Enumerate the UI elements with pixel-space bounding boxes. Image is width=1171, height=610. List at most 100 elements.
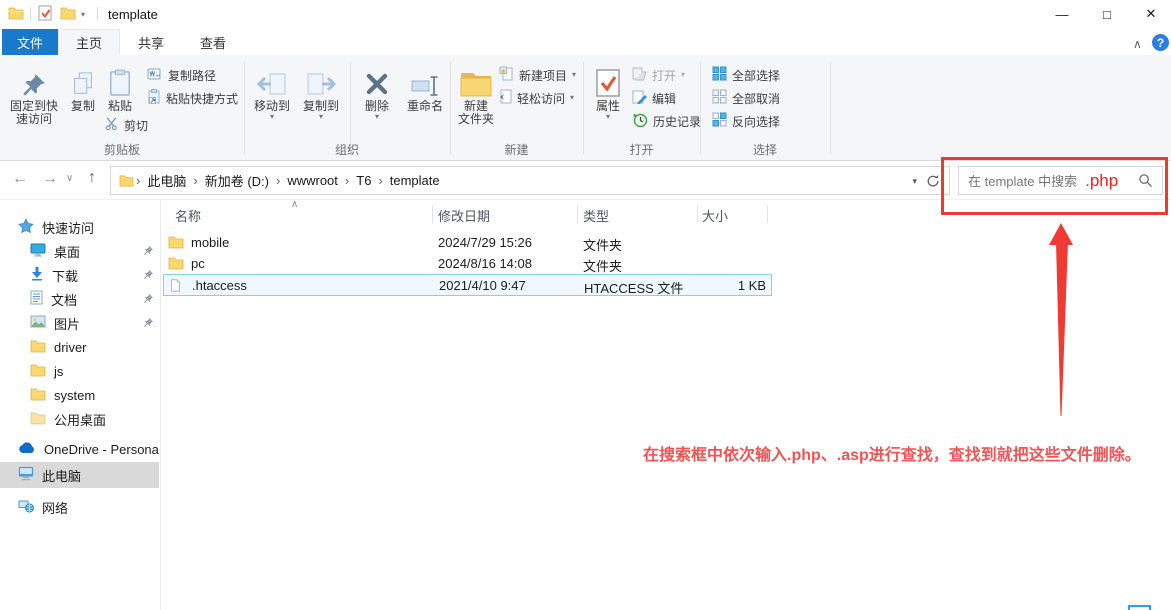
qat-customize-caret-icon[interactable]: ▾: [81, 11, 85, 19]
minimize-button[interactable]: —: [1043, 0, 1081, 28]
sidebar-item-system[interactable]: system: [30, 383, 95, 407]
properties-button[interactable]: 属性 ▾: [586, 60, 630, 121]
new-folder-button[interactable]: 新建 文件夹: [451, 60, 501, 126]
new-item-button[interactable]: 新建项目 ▾: [499, 66, 576, 84]
help-icon[interactable]: ?: [1152, 34, 1169, 51]
sidebar-item-driver[interactable]: driver: [30, 335, 87, 359]
new-item-caret-icon: ▾: [572, 71, 576, 79]
easy-access-button[interactable]: 轻松访问 ▾: [499, 89, 574, 107]
breadcrumb-drive-d[interactable]: 新加卷 (D:): [200, 171, 274, 190]
sidebar-item-public-desktop[interactable]: 公用桌面: [30, 407, 106, 431]
move-to-button[interactable]: 移动到 ▾: [248, 60, 296, 121]
sidebar-item-desktop[interactable]: 桌面: [30, 239, 80, 263]
sidebar-item-this-pc[interactable]: 此电脑: [18, 463, 81, 487]
up-icon[interactable]: ↑: [88, 169, 96, 187]
invert-selection-icon: [712, 112, 727, 130]
breadcrumb-t6[interactable]: T6: [351, 173, 376, 188]
address-dropdown-caret-icon[interactable]: ▾: [912, 177, 917, 185]
breadcrumb-wwwroot[interactable]: wwwroot: [282, 173, 343, 188]
sidebar-item-js[interactable]: js: [30, 359, 63, 383]
column-header-size[interactable]: 大小: [702, 206, 728, 225]
crumb-separator-icon: ›: [134, 173, 142, 188]
open-icon: [632, 67, 647, 84]
cut-label: 剪切: [124, 117, 148, 134]
breadcrumb-this-pc[interactable]: 此电脑: [142, 171, 191, 190]
sidebar-item-network[interactable]: 网络: [18, 495, 68, 519]
open-button[interactable]: 打开 ▾: [632, 66, 685, 84]
group-label-select: 选择: [700, 141, 830, 158]
tab-home[interactable]: 主页: [58, 29, 120, 55]
forward-icon[interactable]: →: [42, 170, 58, 188]
copy-icon: [66, 60, 100, 98]
column-header-date[interactable]: 修改日期: [438, 206, 490, 225]
file-name: .htaccess: [192, 278, 247, 293]
invert-selection-label: 反向选择: [732, 113, 780, 130]
pane-divider[interactable]: [160, 200, 161, 610]
file-name: mobile: [191, 235, 229, 250]
sort-ascending-icon[interactable]: ∧: [291, 199, 298, 210]
file-icon: [169, 278, 182, 298]
select-none-button[interactable]: 全部取消: [712, 89, 780, 107]
rename-button[interactable]: 重命名: [401, 60, 449, 113]
paste-shortcut-label: 粘贴快捷方式: [166, 90, 238, 107]
explorer-folder-icon[interactable]: [8, 6, 24, 25]
cut-button[interactable]: 剪切: [104, 116, 148, 134]
copy-button[interactable]: 复制: [66, 60, 100, 113]
download-icon: [30, 266, 44, 284]
annotation-note: 在搜索框中依次输入.php、.asp进行查找，查找到就把这些文件删除。: [643, 441, 1141, 465]
pin-icon: [4, 60, 64, 98]
column-divider[interactable]: [767, 205, 768, 223]
file-row-htaccess[interactable]: .htaccess 2021/4/10 9:47 HTACCESS 文件 1 K…: [163, 274, 772, 296]
back-icon[interactable]: ←: [12, 170, 28, 188]
select-all-button[interactable]: 全部选择: [712, 66, 780, 84]
file-date: 2024/7/29 15:26: [438, 235, 532, 250]
address-bar[interactable]: › 此电脑 › 新加卷 (D:) › wwwroot › T6 › templa…: [110, 166, 950, 195]
sidebar-item-quick-access[interactable]: 快速访问: [18, 215, 94, 239]
copy-to-button[interactable]: 复制到 ▾: [297, 60, 345, 121]
pin-to-quick-access-button[interactable]: 固定到快 速访问: [4, 60, 64, 126]
sidebar-item-pictures[interactable]: 图片: [30, 311, 80, 335]
file-name: pc: [191, 256, 205, 271]
group-label-organize: 组织: [244, 141, 450, 158]
tab-view[interactable]: 查看: [182, 29, 244, 55]
sidebar-item-downloads[interactable]: 下载: [30, 263, 78, 287]
pin-icon[interactable]: [143, 243, 154, 261]
edit-button[interactable]: 编辑: [632, 89, 676, 107]
recent-locations-caret-icon[interactable]: ∨: [66, 173, 73, 184]
qat-properties-icon[interactable]: [38, 5, 52, 26]
qat-new-folder-icon[interactable]: [60, 6, 76, 25]
column-divider[interactable]: [577, 205, 578, 223]
column-header-name[interactable]: 名称: [175, 206, 201, 225]
close-button[interactable]: ✕: [1132, 0, 1170, 28]
pin-icon[interactable]: [143, 315, 154, 333]
sidebar-label: system: [54, 388, 95, 403]
copy-path-icon: [147, 68, 163, 83]
maximize-button[interactable]: □: [1088, 0, 1126, 28]
copy-path-button[interactable]: 复制路径: [147, 66, 216, 84]
tab-share[interactable]: 共享: [120, 29, 182, 55]
sidebar-label: js: [54, 364, 63, 379]
breadcrumb-template[interactable]: template: [385, 173, 445, 188]
paste-shortcut-button[interactable]: 粘贴快捷方式: [147, 89, 238, 107]
pin-label-2: 速访问: [4, 113, 64, 126]
sidebar-item-documents[interactable]: 文档: [30, 287, 77, 311]
delete-button[interactable]: 删除 ▾: [354, 60, 400, 121]
pin-icon[interactable]: [143, 267, 154, 285]
sidebar-item-onedrive[interactable]: OneDrive - Persona: [18, 437, 160, 461]
history-button[interactable]: 历史记录: [632, 112, 701, 130]
file-row-pc[interactable]: pc 2024/8/16 14:08 文件夹: [163, 253, 772, 274]
new-folder-icon: [451, 60, 501, 98]
tab-file[interactable]: 文件: [2, 29, 58, 55]
paste-button[interactable]: 粘贴: [100, 60, 140, 113]
sidebar-label: 文档: [51, 290, 77, 309]
column-header-type[interactable]: 类型: [583, 206, 609, 225]
column-divider[interactable]: [432, 205, 433, 223]
history-icon: [632, 112, 648, 131]
invert-selection-button[interactable]: 反向选择: [712, 112, 780, 130]
file-row-mobile[interactable]: mobile 2024/7/29 15:26 文件夹: [163, 232, 772, 253]
column-divider[interactable]: [697, 205, 698, 223]
refresh-icon[interactable]: [926, 174, 940, 188]
easy-access-icon: [499, 89, 512, 107]
collapse-ribbon-icon[interactable]: ∧: [1133, 37, 1142, 51]
pin-icon[interactable]: [143, 291, 154, 309]
